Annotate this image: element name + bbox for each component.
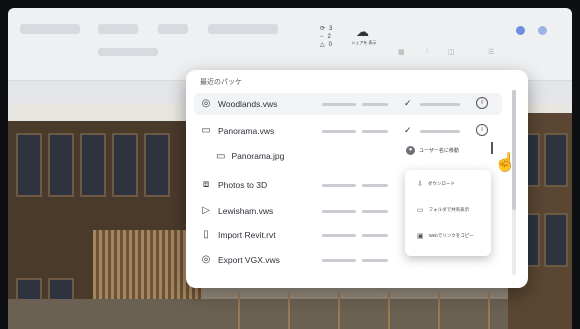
- info-icon[interactable]: i: [476, 97, 488, 109]
- progress-bar: [322, 259, 356, 262]
- package-icon: ◎: [201, 98, 211, 109]
- progress-bar: [362, 210, 388, 213]
- warning-icon: △: [320, 42, 325, 48]
- chip-label: ユーザー名に移動: [419, 147, 459, 154]
- item-name: Woodlands.vws: [218, 99, 278, 109]
- hand-cursor-icon: ☝: [494, 152, 517, 172]
- item-name: Panorama.vws: [218, 126, 275, 136]
- link-icon: ▣: [417, 233, 424, 240]
- progress-bar: [322, 184, 356, 187]
- progress-bar: [322, 130, 356, 133]
- toolbar-blur-right: [208, 24, 278, 34]
- progress-bar: [420, 130, 460, 133]
- window: [16, 133, 42, 197]
- scrollbar-thumb[interactable]: [512, 90, 516, 210]
- window: [80, 133, 106, 197]
- window: [544, 213, 568, 267]
- counter-warning[interactable]: △ 0: [320, 41, 332, 49]
- toolbar-blur-row2: [98, 48, 158, 56]
- item-name: Export VGX.vws: [218, 255, 280, 265]
- popup-scrollbar[interactable]: [512, 90, 516, 275]
- slat: [488, 293, 490, 329]
- progress-bar: [322, 234, 356, 237]
- location-icon: ●: [406, 145, 415, 155]
- slat: [438, 293, 440, 329]
- progress-bar: [362, 103, 388, 106]
- progress-bar: [420, 103, 460, 106]
- sub-item-panorama-jpg[interactable]: ▭ Panorama.jpg: [216, 146, 284, 166]
- window: [112, 133, 138, 197]
- window-blue-dot[interactable]: [516, 26, 525, 35]
- download-icon: ⇩: [417, 181, 423, 188]
- window: [544, 133, 568, 187]
- slat: [338, 293, 340, 329]
- image-icon: ▭: [216, 150, 226, 162]
- status-counters: ⟳ 3 −2 △ 0: [320, 25, 332, 49]
- menu-item-label: フォルダで共有表示: [428, 207, 470, 212]
- window: [48, 133, 74, 197]
- info-icon[interactable]: i: [476, 124, 488, 136]
- progress-bar: [322, 103, 356, 106]
- menu-item-label: ダウンロード: [427, 181, 455, 186]
- menu-item-show-in-folder[interactable]: ▭ フォルダで共有表示: [417, 206, 469, 214]
- share-icon[interactable]: ☁: [356, 24, 369, 40]
- photo-3d-icon: ⧈: [202, 179, 210, 190]
- toolbar-blur-mid2: [158, 24, 188, 34]
- progress-bar: [322, 210, 356, 213]
- progress-bar: [362, 130, 388, 133]
- counter-sync[interactable]: ⟳ 3: [320, 25, 332, 33]
- menu-item-download[interactable]: ⇩ ダウンロード: [417, 180, 455, 188]
- folder-icon: ▭: [417, 207, 424, 214]
- item-name: Import Revit.rvt: [218, 230, 276, 240]
- toolbar-icon-c[interactable]: ◫: [448, 48, 455, 56]
- progress-bar: [362, 184, 388, 187]
- popup-title: 最近のパッケ: [200, 79, 242, 86]
- document-icon: ▯: [203, 229, 209, 240]
- slat: [288, 293, 290, 329]
- context-menu: ⇩ ダウンロード ▭ フォルダで共有表示 ▣ Webでリンクをコピー: [405, 170, 491, 256]
- check-icon: ✓: [404, 98, 412, 108]
- slat: [388, 293, 390, 329]
- counter-minus[interactable]: −2: [320, 33, 332, 41]
- app-frame: ⟳ 3 −2 △ 0 ☁ シェアを 表示 ▦ ⁞ ◫ ☰ 最近のパッケ ◎ Wo…: [0, 0, 580, 329]
- toolbar-blur-left: [20, 24, 80, 34]
- minus-icon: −: [320, 34, 324, 40]
- toolbar-blur-mid: [98, 24, 138, 34]
- list-item-woodlands[interactable]: ◎ Woodlands.vws ✓ i: [194, 93, 502, 115]
- item-name: Photos to 3D: [218, 180, 268, 190]
- toolbar-icon-d[interactable]: ☰: [488, 48, 494, 56]
- window-light-dot[interactable]: [538, 26, 547, 35]
- slat: [238, 293, 240, 329]
- check-icon: ✓: [404, 125, 412, 135]
- toolbar-icon-b[interactable]: ⁞: [426, 48, 428, 55]
- play-icon: ▷: [202, 205, 210, 216]
- progress-bar: [362, 259, 388, 262]
- menu-item-label: Webでリンクをコピー: [428, 233, 474, 238]
- list-item-panorama[interactable]: ▭ Panorama.vws ✓ i: [194, 120, 502, 142]
- more-options-icon[interactable]: [491, 142, 493, 154]
- item-name: Lewisham.vws: [218, 206, 274, 216]
- open-location-chip[interactable]: ● ユーザー名に移動: [406, 143, 459, 157]
- window: [144, 133, 170, 197]
- share-label: シェアを 表示: [351, 40, 377, 45]
- package-icon: ◎: [201, 254, 211, 265]
- progress-bar: [362, 234, 388, 237]
- sync-icon: ⟳: [320, 26, 326, 32]
- image-icon: ▭: [201, 125, 211, 136]
- menu-item-copy-link[interactable]: ▣ Webでリンクをコピー: [417, 232, 474, 240]
- item-name: Panorama.jpg: [231, 151, 285, 161]
- toolbar-icon-a[interactable]: ▦: [398, 48, 405, 56]
